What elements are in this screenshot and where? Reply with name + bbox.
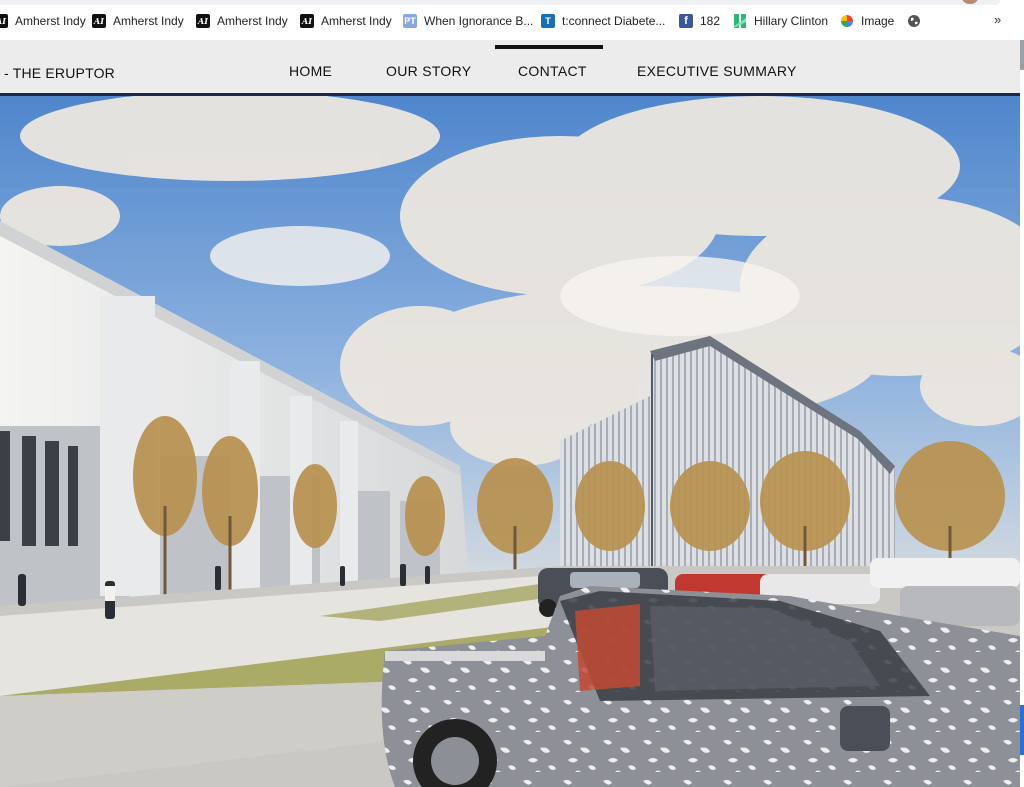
hillary-favicon (734, 14, 746, 28)
bookmark-label: Amherst Indy (113, 14, 184, 28)
bookmark-amherst-indy-1[interactable]: AI Amherst Indy (0, 11, 86, 31)
site-brand[interactable]: - THE ERUPTOR (4, 65, 115, 81)
active-nav-indicator (495, 45, 603, 49)
bookmark-label: Amherst Indy (217, 14, 288, 28)
tconnect-favicon: T (541, 14, 555, 28)
nav-home[interactable]: HOME (289, 63, 332, 79)
globe-icon (908, 15, 920, 27)
bookmark-label: When Ignorance B... (424, 14, 534, 28)
amherst-indy-favicon: AI (0, 14, 8, 28)
bookmark-amherst-indy-4[interactable]: AI Amherst Indy (300, 11, 392, 31)
bookmark-label: Hillary Clinton (754, 14, 829, 28)
pt-favicon: PT (403, 14, 417, 28)
bookmarks-bar: AI Amherst Indy AI Amherst Indy AI Amher… (0, 0, 1024, 41)
bookmark-tconnect[interactable]: T t:connect Diabete... (541, 11, 665, 31)
site-header: - THE ERUPTOR HOME OUR STORY CONTACT EXE… (0, 40, 1020, 96)
google-photos-favicon (841, 15, 853, 27)
bookmark-amherst-indy-3[interactable]: AI Amherst Indy (196, 11, 288, 31)
bookmark-globe[interactable] (907, 11, 921, 31)
bookmark-label: Image (861, 14, 895, 28)
bookmark-label: t:connect Diabete... (562, 14, 666, 28)
address-bar-edge (0, 0, 1000, 5)
amherst-indy-favicon: AI (196, 14, 210, 28)
bookmark-when-ignorance[interactable]: PT When Ignorance B... (403, 11, 533, 31)
edge-marker (1020, 40, 1024, 70)
facebook-favicon: f (679, 14, 693, 28)
window-edge (1020, 40, 1024, 787)
hero-rendering (0, 96, 1020, 787)
bookmark-hillary-clinton[interactable]: Hillary Clinton (733, 11, 828, 31)
bookmark-label: Amherst Indy (321, 14, 392, 28)
amherst-indy-favicon: AI (300, 14, 314, 28)
edge-marker (1020, 705, 1024, 755)
nav-our-story[interactable]: OUR STORY (386, 63, 471, 79)
bookmarks-overflow-button[interactable]: » (994, 12, 1001, 27)
bookmark-label: 182 (700, 14, 721, 28)
bookmark-amherst-indy-2[interactable]: AI Amherst Indy (92, 11, 184, 31)
nav-contact[interactable]: CONTACT (518, 63, 587, 79)
bookmark-facebook[interactable]: f 182 (679, 11, 720, 31)
nav-executive-summary[interactable]: EXECUTIVE SUMMARY (637, 63, 797, 79)
hero-scene (0, 96, 1020, 787)
bookmark-label: Amherst Indy (15, 14, 86, 28)
amherst-indy-favicon: AI (92, 14, 106, 28)
bookmark-image[interactable]: Image (840, 11, 894, 31)
